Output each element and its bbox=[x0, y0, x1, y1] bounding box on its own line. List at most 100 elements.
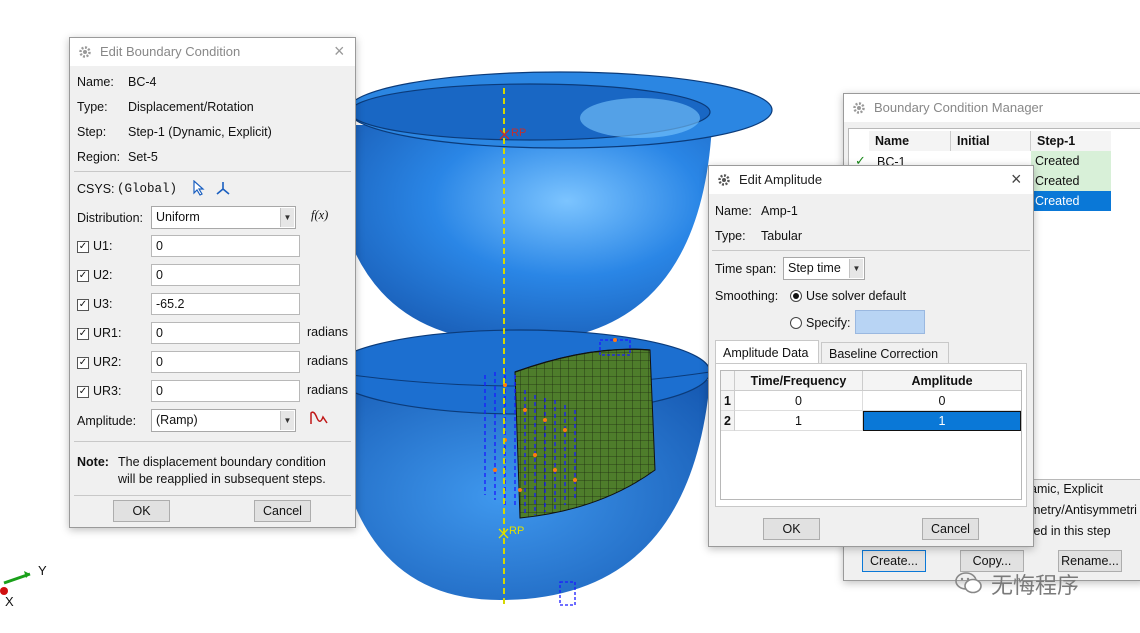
create-amplitude-icon[interactable] bbox=[309, 410, 329, 426]
tab-amplitude-data-label: Amplitude Data bbox=[723, 346, 809, 360]
cancel-button[interactable]: Cancel bbox=[254, 500, 311, 522]
create-csys-icon[interactable] bbox=[215, 180, 231, 196]
edit-amplitude-titlebar[interactable]: Edit Amplitude × bbox=[709, 166, 1033, 194]
use-solver-default-radio[interactable] bbox=[790, 290, 802, 302]
tab-panel: Time/Frequency Amplitude 1 0 0 2 1 1 bbox=[715, 363, 1027, 507]
amplitude-value: (Ramp) bbox=[156, 413, 198, 427]
edit-bc-titlebar[interactable]: Edit Boundary Condition × bbox=[70, 38, 355, 66]
u2-label: U2: bbox=[93, 268, 113, 282]
type-value: Displacement/Rotation bbox=[128, 100, 254, 114]
time-cell[interactable]: 0 bbox=[735, 391, 863, 411]
tab-amplitude-data[interactable]: Amplitude Data bbox=[715, 340, 819, 364]
wechat-logo-icon bbox=[955, 572, 982, 594]
tab-baseline-correction[interactable]: Baseline Correction bbox=[821, 342, 949, 364]
note-text-line2: will be reapplied in subsequent steps. bbox=[118, 472, 326, 486]
u3-input[interactable]: -65.2 bbox=[151, 293, 300, 315]
divider bbox=[74, 171, 351, 172]
ur2-unit: radians bbox=[307, 354, 348, 368]
create-button[interactable]: Create... bbox=[862, 550, 926, 572]
close-icon[interactable]: × bbox=[334, 41, 345, 61]
col-header-step1[interactable]: Step-1 bbox=[1031, 131, 1111, 151]
col-header-time[interactable]: Time/Frequency bbox=[735, 371, 863, 391]
use-solver-default-label: Use solver default bbox=[806, 289, 907, 303]
region-label: Region: bbox=[77, 150, 121, 164]
row-index: 1 bbox=[721, 391, 735, 411]
bc-row-status[interactable]: Created bbox=[1031, 151, 1111, 171]
col-header-name[interactable]: Name bbox=[869, 131, 951, 151]
ur1-checkbox[interactable]: ✓ bbox=[77, 328, 89, 340]
bc-type-info: metry/Antisymmetri bbox=[1030, 503, 1137, 517]
amplitude-label: Amplitude: bbox=[77, 414, 137, 428]
amplitude-select[interactable]: (Ramp) ▼ bbox=[151, 409, 296, 432]
time-span-value: Step time bbox=[788, 261, 841, 275]
bc-manager-titlebar[interactable]: Boundary Condition Manager bbox=[844, 94, 1140, 122]
ur3-input[interactable]: 0 bbox=[151, 380, 300, 402]
distribution-select[interactable]: Uniform ▼ bbox=[151, 206, 296, 229]
note-label: Note: bbox=[77, 455, 109, 469]
time-span-select[interactable]: Step time ▼ bbox=[783, 257, 865, 280]
edit-bc-dialog: Edit Boundary Condition × Name: BC-4 Typ… bbox=[69, 37, 356, 528]
fx-icon[interactable]: f(x) bbox=[311, 208, 328, 223]
amplitude-cell[interactable]: 0 bbox=[863, 391, 1021, 411]
ur1-label: UR1: bbox=[93, 326, 122, 340]
bc-row-status-selected[interactable]: Created bbox=[1031, 191, 1111, 211]
csys-value: (Global) bbox=[117, 182, 178, 196]
csys-label: CSYS: bbox=[77, 182, 115, 196]
step-label: Step: bbox=[77, 125, 107, 139]
abaqus-gear-icon bbox=[718, 174, 730, 186]
chevron-down-icon: ▼ bbox=[280, 411, 294, 430]
svg-text:Y: Y bbox=[38, 563, 47, 578]
axis-triad: Y X bbox=[0, 563, 47, 609]
ur3-unit: radians bbox=[307, 383, 348, 397]
ur2-label: UR2: bbox=[93, 355, 122, 369]
ur2-input[interactable]: 0 bbox=[151, 351, 300, 373]
abaqus-gear-icon bbox=[79, 46, 91, 58]
ok-button[interactable]: OK bbox=[763, 518, 820, 540]
amp-type-label: Type: bbox=[715, 229, 746, 243]
ur3-checkbox[interactable]: ✓ bbox=[77, 386, 89, 398]
ur1-input[interactable]: 0 bbox=[151, 322, 300, 344]
ur3-label: UR3: bbox=[93, 384, 122, 398]
table-corner bbox=[721, 371, 735, 391]
chevron-down-icon: ▼ bbox=[280, 208, 294, 227]
amplitude-cell-selected[interactable]: 1 bbox=[863, 411, 1021, 431]
bc-manager-title: Boundary Condition Manager bbox=[874, 100, 1044, 115]
svg-text:X: X bbox=[5, 594, 14, 609]
step-value: Step-1 (Dynamic, Explicit) bbox=[128, 125, 272, 139]
u1-input[interactable]: 0 bbox=[151, 235, 300, 257]
upper-hemisphere-part bbox=[330, 71, 773, 343]
amp-type-value: Tabular bbox=[761, 229, 802, 243]
close-icon[interactable]: × bbox=[1011, 169, 1022, 189]
edit-amplitude-title: Edit Amplitude bbox=[739, 172, 823, 187]
u2-checkbox[interactable]: ✓ bbox=[77, 270, 89, 282]
u1-checkbox[interactable]: ✓ bbox=[77, 241, 89, 253]
type-label: Type: bbox=[77, 100, 108, 114]
specify-input[interactable] bbox=[855, 310, 925, 334]
divider bbox=[74, 495, 351, 496]
select-csys-cursor-icon[interactable] bbox=[192, 180, 206, 196]
step-procedure-info: amic, Explicit bbox=[1030, 482, 1103, 496]
col-header-amplitude[interactable]: Amplitude bbox=[863, 371, 1021, 391]
divider bbox=[712, 250, 1030, 251]
u3-label: U3: bbox=[93, 297, 113, 311]
bc-row-status[interactable]: Created bbox=[1031, 171, 1111, 191]
col-header-initial[interactable]: Initial bbox=[951, 131, 1031, 151]
time-span-label: Time span: bbox=[715, 262, 777, 276]
u3-checkbox[interactable]: ✓ bbox=[77, 299, 89, 311]
abaqus-gear-icon bbox=[853, 102, 865, 114]
specify-radio[interactable] bbox=[790, 317, 802, 329]
divider bbox=[74, 441, 351, 442]
ur1-unit: radians bbox=[307, 325, 348, 339]
ur2-checkbox[interactable]: ✓ bbox=[77, 357, 89, 369]
cancel-button[interactable]: Cancel bbox=[922, 518, 979, 540]
amp-name-value: Amp-1 bbox=[761, 204, 798, 218]
u2-input[interactable]: 0 bbox=[151, 264, 300, 286]
note-text-line1: The displacement boundary condition bbox=[118, 455, 326, 469]
name-value: BC-4 bbox=[128, 75, 157, 89]
amp-name-label: Name: bbox=[715, 204, 752, 218]
ok-button[interactable]: OK bbox=[113, 500, 170, 522]
distribution-value: Uniform bbox=[156, 210, 200, 224]
specify-label: Specify: bbox=[806, 316, 851, 330]
time-cell[interactable]: 1 bbox=[735, 411, 863, 431]
tab-baseline-correction-label: Baseline Correction bbox=[829, 347, 939, 361]
